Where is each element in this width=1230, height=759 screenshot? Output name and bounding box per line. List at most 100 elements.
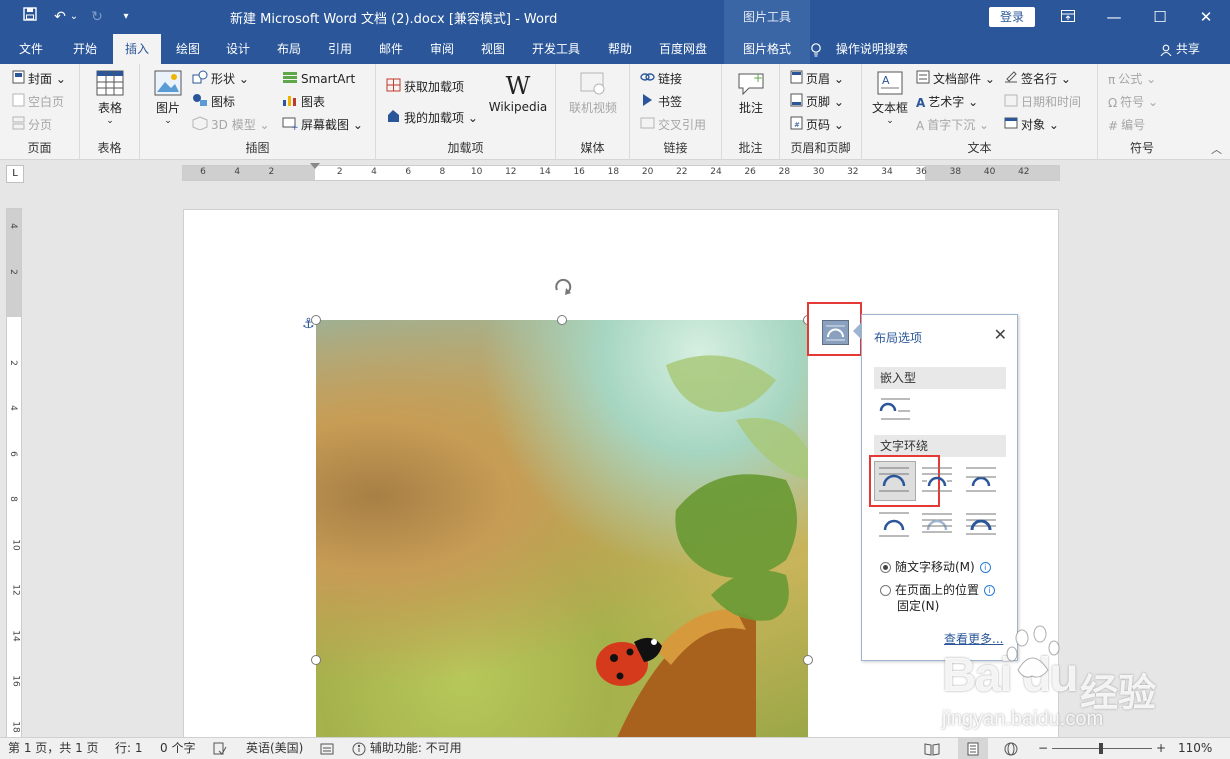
tab-baidu-netdisk[interactable]: 百度网盘 [650,34,716,64]
language[interactable]: 英语(美国) [246,738,303,759]
page-number-button[interactable]: # 页码 ⌄ [790,114,844,136]
wrap-top-bottom-icon[interactable] [877,510,913,546]
close-window-icon[interactable]: ✕ [1186,4,1226,30]
indent-marker[interactable] [310,163,320,169]
tab-view[interactable]: 视图 [471,34,515,64]
table-button[interactable]: 表格 ⌄ [90,70,130,126]
tell-me-search[interactable]: 操作说明搜索 [810,34,908,64]
smartart-button[interactable]: SmartArt [282,68,355,90]
web-layout-icon[interactable] [1004,738,1018,759]
bookmark-icon [640,92,655,114]
zoom-slider-thumb[interactable] [1099,743,1103,754]
undo-dropdown-icon[interactable]: ⌄ [68,7,80,27]
inline-with-text-icon[interactable] [878,395,914,431]
vertical-ruler[interactable]: 4 2 2 4 6 8 10 12 14 16 18 [6,208,22,738]
close-panel-icon[interactable]: ✕ [994,325,1007,344]
undo-icon[interactable]: ↶ [50,7,70,27]
group-addins: 获取加载项 我的加载项 ⌄ W Wikipedia 加载项 [376,64,556,160]
wrap-through-icon[interactable] [964,465,1000,501]
tab-file[interactable]: 文件 [8,34,54,64]
info-icon[interactable]: i [979,562,991,573]
ribbon-display-options-icon[interactable] [1048,4,1088,30]
wrap-in-front-icon[interactable] [964,510,1000,546]
screenshot-icon: + [282,115,299,137]
bookmark-button[interactable]: 书签 [640,91,682,113]
move-with-text-radio[interactable] [880,562,891,573]
textbox-button[interactable]: A 文本框 ⌄ [870,70,910,126]
resize-handle-left[interactable] [311,655,321,665]
fix-position-option[interactable]: 在页面上的位置 i 固定(N) [880,582,996,614]
tab-selector[interactable]: L [6,165,24,183]
tab-references[interactable]: 引用 [318,34,362,64]
print-layout-icon[interactable] [958,738,988,759]
quick-parts-button[interactable]: 文档部件 ⌄ [916,68,995,90]
date-time-label: 日期和时间 [1021,95,1082,109]
fix-position-label: 在页面上的位置 [895,583,980,597]
window-title: 新建 Microsoft Word 文档 (2).docx [兼容模式] - W… [230,12,558,27]
ladybug-picture[interactable] [316,320,808,738]
customize-toolbar-icon[interactable]: ▾ [118,7,134,27]
footer-button[interactable]: 页脚 ⌄ [790,91,844,113]
group-tables: 表格 ⌄ 表格 [80,64,140,160]
zoom-slider[interactable] [1052,738,1152,759]
horizontal-ruler[interactable]: 6 4 2 2 4 6 8 10 12 14 16 18 20 22 24 26 28 30 32 34 36 38 40 4… [182,163,1060,181]
online-video-icon [579,72,607,99]
tab-draw[interactable]: 绘图 [166,34,210,64]
resize-handle-right[interactable] [803,655,813,665]
page-count[interactable]: 第 1 页，共 1 页 [8,738,99,759]
fix-position-radio[interactable] [880,585,891,596]
tab-developer[interactable]: 开发工具 [524,34,588,64]
resize-handle-top[interactable] [557,315,567,325]
wordart-button[interactable]: A 艺术字 ⌄ [916,91,978,113]
get-addins-button[interactable]: 获取加载项 [386,76,464,98]
zoom-level[interactable]: 110% [1178,738,1212,759]
maximize-icon[interactable]: ☐ [1140,4,1180,30]
share-button[interactable]: 共享 [1160,34,1200,64]
tab-design[interactable]: 设计 [216,34,260,64]
wrap-tight-icon[interactable] [920,465,956,501]
proofing-icon[interactable] [213,738,227,759]
resize-handle-top-left[interactable] [311,315,321,325]
object-button[interactable]: 对象 ⌄ [1004,114,1059,136]
header-button[interactable]: 页眉 ⌄ [790,68,844,90]
zoom-out-button[interactable]: − [1038,738,1048,759]
rotate-handle-icon[interactable] [552,276,574,301]
new-comment-button[interactable]: + 批注 [730,70,772,116]
zoom-in-button[interactable]: + [1156,738,1166,759]
pictures-button[interactable]: 图片 ⌄ [150,70,186,126]
tab-help[interactable]: 帮助 [598,34,642,64]
wikipedia-button[interactable]: W Wikipedia [488,72,548,114]
move-with-text-option[interactable]: 随文字移动(M) i [880,558,991,575]
accessibility-status[interactable]: 辅助功能: 不可用 [352,738,462,759]
ruler-tick-label: 6 [200,167,206,177]
share-label: 共享 [1175,42,1200,56]
minimize-icon[interactable]: — [1094,4,1134,30]
tab-layout[interactable]: 布局 [267,34,311,64]
read-mode-icon[interactable] [924,738,940,759]
line-count[interactable]: 行: 1 [115,738,143,759]
icons-button[interactable]: 图标 [192,91,235,113]
macro-recording-icon[interactable] [320,738,334,759]
cover-page-button[interactable]: 封面 ⌄ [12,68,66,90]
tab-picture-format[interactable]: 图片格式 [724,34,810,64]
ribbon-tab-bar: 文件 开始 插入 绘图 设计 布局 引用 邮件 审阅 视图 开发工具 帮助 百度… [0,34,1230,64]
collapse-ribbon-icon[interactable]: ︿ [1211,141,1222,157]
save-icon[interactable] [18,7,42,27]
wrap-square-icon[interactable] [877,465,913,501]
my-addins-button[interactable]: 我的加载项 ⌄ [386,107,478,129]
screenshot-button[interactable]: + 屏幕截图 ⌄ [282,114,363,136]
info-icon[interactable]: i [984,585,996,596]
tab-mailings[interactable]: 邮件 [369,34,413,64]
signature-line-button[interactable]: 签名行 ⌄ [1004,68,1071,90]
tab-home[interactable]: 开始 [62,34,108,64]
fix-position-label-line2: 固定(N) [897,599,940,613]
shapes-button[interactable]: 形状 ⌄ [192,68,249,90]
login-button[interactable]: 登录 [989,7,1035,27]
inline-section-header: 嵌入型 [874,367,1006,389]
word-count[interactable]: 0 个字 [160,738,195,759]
chart-button[interactable]: 图表 [282,91,325,113]
tab-review[interactable]: 审阅 [420,34,464,64]
link-button[interactable]: 链接 [640,68,682,90]
tab-insert[interactable]: 插入 [113,34,161,64]
wrap-behind-text-icon[interactable] [920,510,956,546]
